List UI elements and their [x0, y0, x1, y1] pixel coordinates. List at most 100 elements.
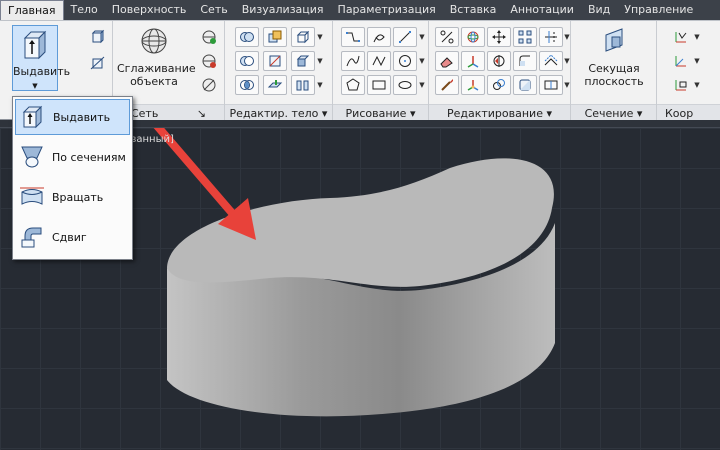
tab-insert[interactable]: Вставка [443, 0, 504, 20]
tab-home[interactable]: Главная [0, 0, 64, 20]
menu-item-extrude[interactable]: Выдавить [15, 99, 130, 135]
fillet-edge-icon [519, 55, 530, 66]
circle-button[interactable] [393, 51, 417, 71]
tab-annotate[interactable]: Аннотации [503, 0, 581, 20]
ucs-world-button[interactable] [669, 27, 693, 47]
chevron-down-icon[interactable]: ▼ [418, 75, 426, 95]
chevron-down-icon[interactable]: ▼ [316, 27, 324, 47]
chevron-down-icon: ▾ [321, 107, 328, 120]
separate-button[interactable] [291, 75, 315, 95]
offset-button[interactable] [539, 51, 563, 71]
copy-button[interactable] [487, 75, 511, 95]
thicken-button[interactable] [263, 75, 287, 95]
3d-polyline-icon [372, 55, 386, 67]
3d-mirror-button[interactable] [487, 51, 511, 71]
polygon-button[interactable] [341, 75, 365, 95]
menu-item-loft[interactable]: По сечениям [15, 139, 130, 175]
percent-icon [440, 30, 454, 44]
section-plane-button[interactable]: Секущая плоскость [577, 25, 651, 91]
polygon-icon [346, 78, 360, 91]
polyline-button[interactable] [341, 27, 365, 47]
menu-item-sweep[interactable]: Сдвиг [15, 219, 130, 255]
menu-item-revolve[interactable]: Вращать [15, 179, 130, 215]
ucs-origin-button[interactable] [669, 51, 693, 71]
ucs-view-button[interactable] [669, 75, 693, 95]
spline-button[interactable] [341, 51, 365, 71]
erase-button[interactable] [435, 51, 459, 71]
array-button[interactable] [513, 27, 537, 47]
3d-scale-button[interactable] [461, 75, 485, 95]
panel-modify-title-text: Редактирование [446, 107, 543, 120]
chevron-down-icon[interactable]: ▼ [316, 75, 324, 95]
match-properties-button[interactable] [435, 75, 459, 95]
chevron-down-icon[interactable]: ▼ [693, 27, 701, 47]
intersect-button[interactable] [235, 75, 259, 95]
extrude-faces-icon [296, 55, 310, 67]
tab-parametric[interactable]: Параметризация [331, 0, 443, 20]
ucs-origin-icon [675, 56, 686, 67]
tab-view[interactable]: Вид [581, 0, 617, 20]
chevron-down-icon[interactable]: ▼ [693, 51, 701, 71]
ellipse-icon [398, 81, 412, 89]
interfere-button[interactable] [263, 27, 287, 47]
trim-button[interactable] [539, 27, 563, 47]
extrude-button[interactable]: Выдавить ▼ [12, 25, 71, 91]
ellipse-button[interactable] [393, 75, 417, 95]
mesh-sphere-icon [141, 28, 167, 54]
ribbon-tab-bar: Главная Тело Поверхность Сеть Визуализац… [0, 0, 720, 20]
mesh-smooth-less-button[interactable] [197, 51, 221, 71]
union-button[interactable] [235, 27, 259, 47]
3d-rotate-button[interactable] [461, 27, 485, 47]
interfere-icon [268, 30, 282, 43]
3d-align-button[interactable] [461, 51, 485, 71]
smooth-object-button[interactable]: Сглаживание объекта [117, 25, 196, 91]
chevron-down-icon[interactable]: ▼ [563, 51, 571, 71]
brush-icon [441, 79, 453, 91]
chevron-down-icon[interactable]: ▼ [418, 27, 426, 47]
slice-button[interactable] [86, 53, 110, 73]
chevron-down-icon[interactable]: ▼ [563, 75, 571, 95]
slice-solid-icon [269, 55, 281, 67]
tab-solid[interactable]: Тело [64, 0, 105, 20]
convert-button[interactable] [513, 51, 537, 71]
join-button[interactable] [539, 75, 563, 95]
panel-section-title[interactable]: Сечение ▾ [571, 104, 656, 121]
ucs-view-icon [675, 80, 687, 91]
chevron-down-icon[interactable]: ▼ [316, 51, 324, 71]
extrude-button-label: Выдавить [13, 65, 71, 78]
tab-surface[interactable]: Поверхность [105, 0, 194, 20]
mesh-add-icon [202, 30, 216, 44]
presspull-button[interactable] [86, 27, 110, 47]
chevron-down-icon[interactable]: ▼ [693, 75, 701, 95]
chevron-down-icon: ▾ [409, 107, 416, 120]
move-arrows-icon [492, 30, 506, 44]
line-button[interactable] [393, 27, 417, 47]
tab-manage[interactable]: Управление [617, 0, 700, 20]
panel-draw-title[interactable]: Рисование ▾ [333, 104, 428, 121]
ucs-icon [675, 32, 687, 43]
mesh-refine-button[interactable] [197, 75, 221, 95]
panel-solid-edit-title[interactable]: Редактир. тело ▾ [225, 104, 332, 121]
mesh-smooth-more-button[interactable] [197, 27, 221, 47]
extract-edges-button[interactable] [291, 27, 315, 47]
panel-coordinates-title[interactable]: Коор [657, 104, 720, 121]
tab-visualize[interactable]: Визуализация [235, 0, 331, 20]
revolve-icon [18, 183, 46, 211]
rectangle-button[interactable] [367, 75, 391, 95]
helix-button[interactable] [367, 27, 391, 47]
extrude-faces-button[interactable] [291, 51, 315, 71]
tab-mesh[interactable]: Сеть [193, 0, 234, 20]
slice-solid-button[interactable] [263, 51, 287, 71]
chevron-down-icon[interactable]: ▼ [418, 51, 426, 71]
menu-item-loft-label: По сечениям [52, 150, 126, 164]
3dpoly-button[interactable] [367, 51, 391, 71]
smooth-object-label-2: объекта [130, 75, 178, 88]
section-plane-small-button[interactable] [513, 75, 537, 95]
3d-move-button[interactable] [487, 27, 511, 47]
scale-button[interactable] [435, 27, 459, 47]
subtract-button[interactable] [235, 51, 259, 71]
extrude-icon [23, 30, 47, 60]
panel-modify-title[interactable]: Редактирование ▾ [429, 104, 570, 121]
circle-icon [399, 55, 411, 67]
chevron-down-icon[interactable]: ▼ [563, 27, 571, 47]
